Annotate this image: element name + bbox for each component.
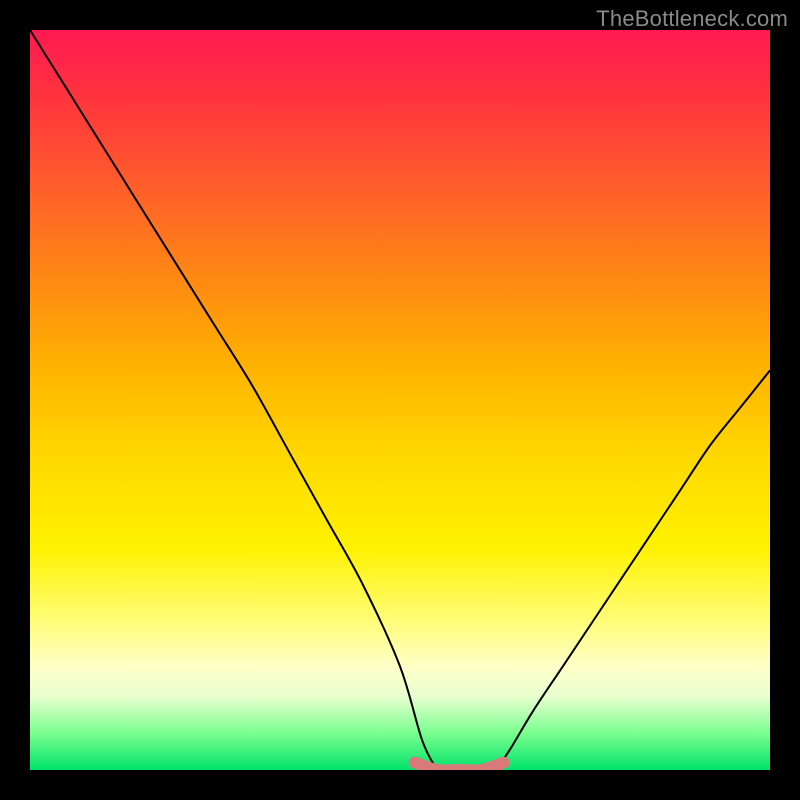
bottom-highlight — [415, 763, 504, 770]
left-curve — [30, 30, 437, 770]
chart-svg — [30, 30, 770, 770]
attribution-text: TheBottleneck.com — [596, 6, 788, 32]
chart-frame: TheBottleneck.com — [0, 0, 800, 800]
plot-area — [30, 30, 770, 770]
right-curve — [496, 370, 770, 770]
